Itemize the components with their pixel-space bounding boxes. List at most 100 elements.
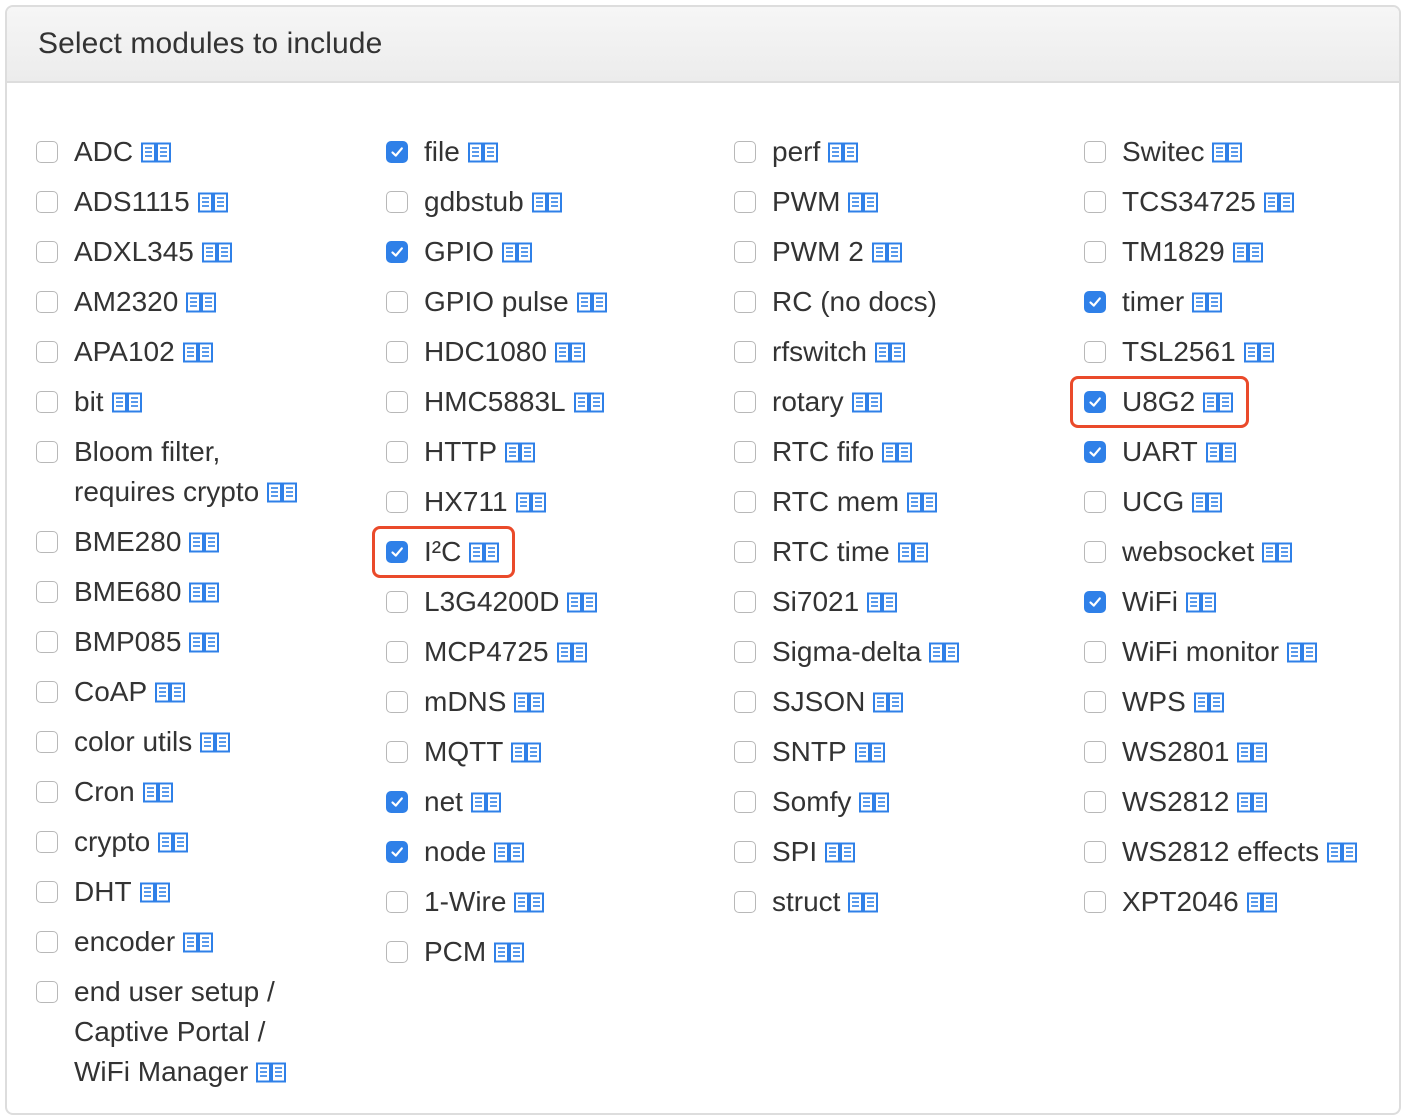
module-item-sntp[interactable]: SNTP	[734, 732, 1054, 772]
book-icon[interactable]	[142, 782, 173, 803]
module-checkbox[interactable]	[36, 931, 58, 953]
module-checkbox[interactable]	[1084, 691, 1106, 713]
module-checkbox[interactable]	[36, 881, 58, 903]
book-icon[interactable]	[573, 392, 604, 413]
module-item-net[interactable]: net	[386, 782, 686, 822]
book-icon[interactable]	[1262, 542, 1293, 563]
module-item-mqtt[interactable]: MQTT	[386, 732, 686, 772]
module-checkbox[interactable]	[734, 541, 756, 563]
module-item-bit[interactable]: bit	[36, 382, 306, 422]
module-checkbox[interactable]	[1084, 291, 1106, 313]
book-icon[interactable]	[197, 192, 228, 213]
module-checkbox[interactable]	[734, 191, 756, 213]
module-checkbox[interactable]	[734, 741, 756, 763]
book-icon[interactable]	[267, 482, 298, 503]
book-icon[interactable]	[186, 292, 217, 313]
module-checkbox[interactable]	[734, 441, 756, 463]
module-checkbox[interactable]	[734, 241, 756, 263]
book-icon[interactable]	[1192, 292, 1223, 313]
module-checkbox[interactable]	[1084, 791, 1106, 813]
module-item-end-user-setup-captive-portal-wifi-manager[interactable]: end user setup / Captive Portal / WiFi M…	[36, 972, 306, 1092]
module-checkbox[interactable]	[734, 141, 756, 163]
module-item-mdns[interactable]: mDNS	[386, 682, 686, 722]
module-item-wps[interactable]: WPS	[1084, 682, 1384, 722]
module-checkbox[interactable]	[734, 341, 756, 363]
book-icon[interactable]	[929, 642, 960, 663]
book-icon[interactable]	[256, 1062, 287, 1083]
book-icon[interactable]	[851, 392, 882, 413]
module-item-coap[interactable]: CoAP	[36, 672, 306, 712]
module-item-spi[interactable]: SPI	[734, 832, 1054, 872]
module-checkbox[interactable]	[1084, 891, 1106, 913]
module-item-switec[interactable]: Switec	[1084, 132, 1384, 172]
module-checkbox[interactable]	[734, 591, 756, 613]
module-checkbox[interactable]	[1084, 241, 1106, 263]
book-icon[interactable]	[1263, 192, 1294, 213]
book-icon[interactable]	[882, 442, 913, 463]
module-item-somfy[interactable]: Somfy	[734, 782, 1054, 822]
module-item-ads1115[interactable]: ADS1115	[36, 182, 306, 222]
module-item-rotary[interactable]: rotary	[734, 382, 1054, 422]
module-item-ws2812[interactable]: WS2812	[1084, 782, 1384, 822]
module-item-mcp4725[interactable]: MCP4725	[386, 632, 686, 672]
book-icon[interactable]	[825, 842, 856, 863]
module-checkbox[interactable]	[1084, 741, 1106, 763]
book-icon[interactable]	[182, 342, 213, 363]
module-checkbox[interactable]	[36, 531, 58, 553]
module-checkbox[interactable]	[386, 341, 408, 363]
module-checkbox[interactable]	[36, 191, 58, 213]
module-checkbox[interactable]	[386, 591, 408, 613]
module-item-dht[interactable]: DHT	[36, 872, 306, 912]
module-checkbox[interactable]	[734, 891, 756, 913]
module-item-node[interactable]: node	[386, 832, 686, 872]
module-item-apa102[interactable]: APA102	[36, 332, 306, 372]
book-icon[interactable]	[873, 692, 904, 713]
module-item-bloom-filter-requires-crypto[interactable]: Bloom filter, requires crypto	[36, 432, 306, 512]
module-item-l3g4200d[interactable]: L3G4200D	[386, 582, 686, 622]
module-item-cron[interactable]: Cron	[36, 772, 306, 812]
module-checkbox[interactable]	[386, 641, 408, 663]
module-checkbox[interactable]	[386, 391, 408, 413]
book-icon[interactable]	[897, 542, 928, 563]
module-item-sigma-delta[interactable]: Sigma-delta	[734, 632, 1054, 672]
module-item-adxl345[interactable]: ADXL345	[36, 232, 306, 272]
book-icon[interactable]	[155, 682, 186, 703]
book-icon[interactable]	[907, 492, 938, 513]
module-item-websocket[interactable]: websocket	[1084, 532, 1384, 572]
book-icon[interactable]	[1193, 692, 1224, 713]
book-icon[interactable]	[511, 742, 542, 763]
module-item-hx711[interactable]: HX711	[386, 482, 686, 522]
book-icon[interactable]	[1237, 792, 1268, 813]
book-icon[interactable]	[859, 792, 890, 813]
book-icon[interactable]	[515, 492, 546, 513]
module-item-perf[interactable]: perf	[734, 132, 1054, 172]
book-icon[interactable]	[531, 192, 562, 213]
module-checkbox[interactable]	[36, 441, 58, 463]
module-item-rc-no-docs[interactable]: RC (no docs)	[734, 282, 1054, 322]
module-checkbox[interactable]	[734, 841, 756, 863]
book-icon[interactable]	[848, 192, 879, 213]
module-item-hmc5883l[interactable]: HMC5883L	[386, 382, 686, 422]
book-icon[interactable]	[494, 942, 525, 963]
module-checkbox[interactable]	[386, 291, 408, 313]
module-checkbox[interactable]	[36, 631, 58, 653]
book-icon[interactable]	[514, 692, 545, 713]
module-item-tsl2561[interactable]: TSL2561	[1084, 332, 1384, 372]
book-icon[interactable]	[576, 292, 607, 313]
module-item-file[interactable]: file	[386, 132, 686, 172]
book-icon[interactable]	[874, 342, 905, 363]
module-checkbox[interactable]	[36, 291, 58, 313]
book-icon[interactable]	[141, 142, 172, 163]
module-checkbox[interactable]	[386, 791, 408, 813]
book-icon[interactable]	[1237, 742, 1268, 763]
module-item-ws2812-effects[interactable]: WS2812 effects	[1084, 832, 1384, 872]
module-item-1-wire[interactable]: 1-Wire	[386, 882, 686, 922]
module-checkbox[interactable]	[734, 791, 756, 813]
module-checkbox[interactable]	[386, 741, 408, 763]
book-icon[interactable]	[556, 642, 587, 663]
book-icon[interactable]	[871, 242, 902, 263]
module-item-gpio-pulse[interactable]: GPIO pulse	[386, 282, 686, 322]
module-checkbox[interactable]	[36, 581, 58, 603]
module-item-ucg[interactable]: UCG	[1084, 482, 1384, 522]
module-checkbox[interactable]	[1084, 641, 1106, 663]
